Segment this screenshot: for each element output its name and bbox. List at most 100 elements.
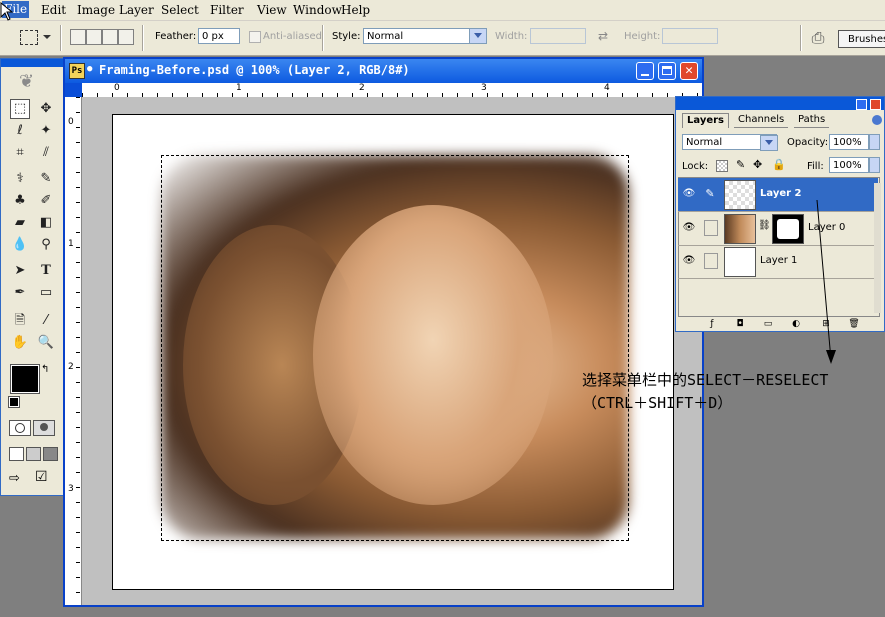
menu-image[interactable]: Image [77,3,115,17]
layer-name: Layer 1 [760,255,798,266]
shape-tool-icon[interactable]: ▭ [36,283,56,303]
eye-icon[interactable]: 👁 [682,255,696,267]
canvas-area[interactable] [82,97,702,605]
layers-panel-header[interactable] [676,97,884,110]
menu-view[interactable]: View [257,3,287,17]
blend-mode-dropdown-button[interactable] [760,135,778,151]
gradient-tool-icon[interactable]: ◧ [36,213,56,233]
opacity-slider-button[interactable] [869,134,880,150]
ruler-ticks [76,97,80,605]
panel-minimize-button[interactable] [856,99,867,110]
document-titlebar[interactable]: Ps ● Framing-Before.psd @ 100% (Layer 2,… [65,59,702,83]
add-selection-icon[interactable] [86,29,102,45]
standard-screen-mode-icon[interactable] [9,447,24,461]
pen-tool-icon[interactable]: ✒ [10,283,30,303]
move-tool-icon[interactable]: ✥ [36,99,56,119]
document-window: Ps ● Framing-Before.psd @ 100% (Layer 2,… [63,57,704,607]
healing-brush-tool-icon[interactable]: ⚕ [10,169,30,189]
history-brush-tool-icon[interactable]: ✐ [36,191,56,211]
fill-slider-button[interactable] [869,157,880,173]
tab-channels[interactable]: Channels [734,113,789,128]
lock-all-icon[interactable]: 🔒 [772,158,786,171]
mouse-cursor-icon [0,2,14,21]
eye-icon[interactable]: 👁 [682,222,696,234]
ruler-vertical[interactable]: 0 1 2 3 [65,97,82,605]
lock-position-icon[interactable]: ✥ [753,158,762,171]
menu-help[interactable]: Help [341,3,370,17]
eye-icon[interactable]: 👁 [682,188,696,200]
feather-input[interactable]: 0 px [198,28,240,44]
menu-window[interactable]: Window [293,3,342,17]
foreground-color-swatch[interactable] [10,364,40,394]
default-colors-icon[interactable] [8,396,20,408]
tools-palette-header[interactable] [1,59,63,67]
lock-transparent-icon[interactable] [716,160,728,172]
tab-layers[interactable]: Layers [682,113,729,128]
lock-brush-icon[interactable]: ✎ [736,158,745,171]
layers-scrollbar[interactable] [874,183,881,313]
path-selection-tool-icon[interactable]: ➤ [10,261,30,281]
ruler-tick-label: 1 [68,239,74,249]
ruler-horizontal[interactable]: 0 1 2 3 4 [82,83,702,98]
zoom-tool-icon[interactable]: 🔍 [36,333,56,353]
maximize-button[interactable] [658,62,676,80]
rect-marquee-tool-icon[interactable]: ⬚ [10,99,30,119]
new-selection-icon[interactable] [70,29,86,45]
chevron-down-icon[interactable] [43,35,51,39]
selection-marquee[interactable] [161,155,629,541]
intersect-selection-icon[interactable] [118,29,134,45]
menu-filter[interactable]: Filter [210,3,244,17]
dodge-tool-icon[interactable]: ⚲ [36,235,56,255]
eraser-tool-icon[interactable]: ▰ [10,213,30,233]
fill-input[interactable]: 100% [829,157,869,173]
magic-wand-tool-icon[interactable]: ✦ [36,121,56,141]
chain-icon[interactable]: ⛓ [758,220,771,231]
standard-mode-icon[interactable] [9,420,31,436]
document-image[interactable] [112,114,674,590]
notes-tool-icon[interactable]: 🗎 [10,311,30,331]
panel-menu-icon[interactable] [872,115,882,125]
quick-mask-icon[interactable] [33,420,55,436]
subtract-selection-icon[interactable] [102,29,118,45]
slice-tool-icon[interactable]: ⫽ [36,143,56,163]
feather-logo-icon[interactable]: ❦ [19,71,49,93]
layer-style-icon[interactable]: ƒ [706,319,718,329]
anti-aliased-checkbox[interactable] [249,31,261,43]
menu-layer[interactable]: Layer [119,3,154,17]
menu-edit[interactable]: Edit [41,3,66,17]
lasso-tool-icon[interactable]: ℓ [10,121,30,141]
link-slot-icon[interactable] [704,220,718,236]
jump-to-imageready-icon[interactable]: ⇨ [9,471,31,487]
tab-paths[interactable]: Paths [794,113,830,128]
brush-tool-icon[interactable]: ✎ [36,169,56,189]
rect-marquee-preset-icon[interactable] [20,30,38,45]
eyedropper-tool-icon[interactable]: ⁄ [36,311,56,331]
swap-icon[interactable]: ⇄ [598,29,608,43]
height-label: Height: [624,31,661,42]
ruler-tick-label: 0 [68,117,74,127]
swap-colors-icon[interactable]: ↰ [41,364,49,375]
opacity-label: Opacity: [787,137,829,148]
link-slot-icon[interactable] [704,253,718,269]
minimize-button[interactable] [636,62,654,80]
hand-tool-icon[interactable]: ✋ [10,333,30,353]
full-screen-menu-mode-icon[interactable] [26,447,41,461]
panel-close-button[interactable] [870,99,881,110]
clone-stamp-tool-icon[interactable]: ♣ [10,191,30,211]
imageready-icon[interactable]: ☑ [35,469,53,487]
opacity-input[interactable]: 100% [829,134,869,150]
close-button[interactable]: ✕ [680,62,698,80]
blur-tool-icon[interactable]: 💧 [10,235,30,255]
brushes-tab[interactable]: Brushes [838,30,885,48]
type-tool-icon[interactable]: T [36,261,56,281]
crop-tool-icon[interactable]: ⌗ [10,143,30,163]
height-input[interactable] [662,28,718,44]
menu-select[interactable]: Select [161,3,199,17]
style-dropdown-button[interactable] [469,28,487,44]
full-screen-mode-icon[interactable] [43,447,58,461]
width-input[interactable] [530,28,586,44]
tool-preset-icon[interactable]: ⎙ [808,28,828,48]
annotation-arrow [816,199,836,364]
add-mask-icon[interactable]: ◘ [734,319,746,329]
new-group-icon[interactable]: ▭ [762,319,774,329]
